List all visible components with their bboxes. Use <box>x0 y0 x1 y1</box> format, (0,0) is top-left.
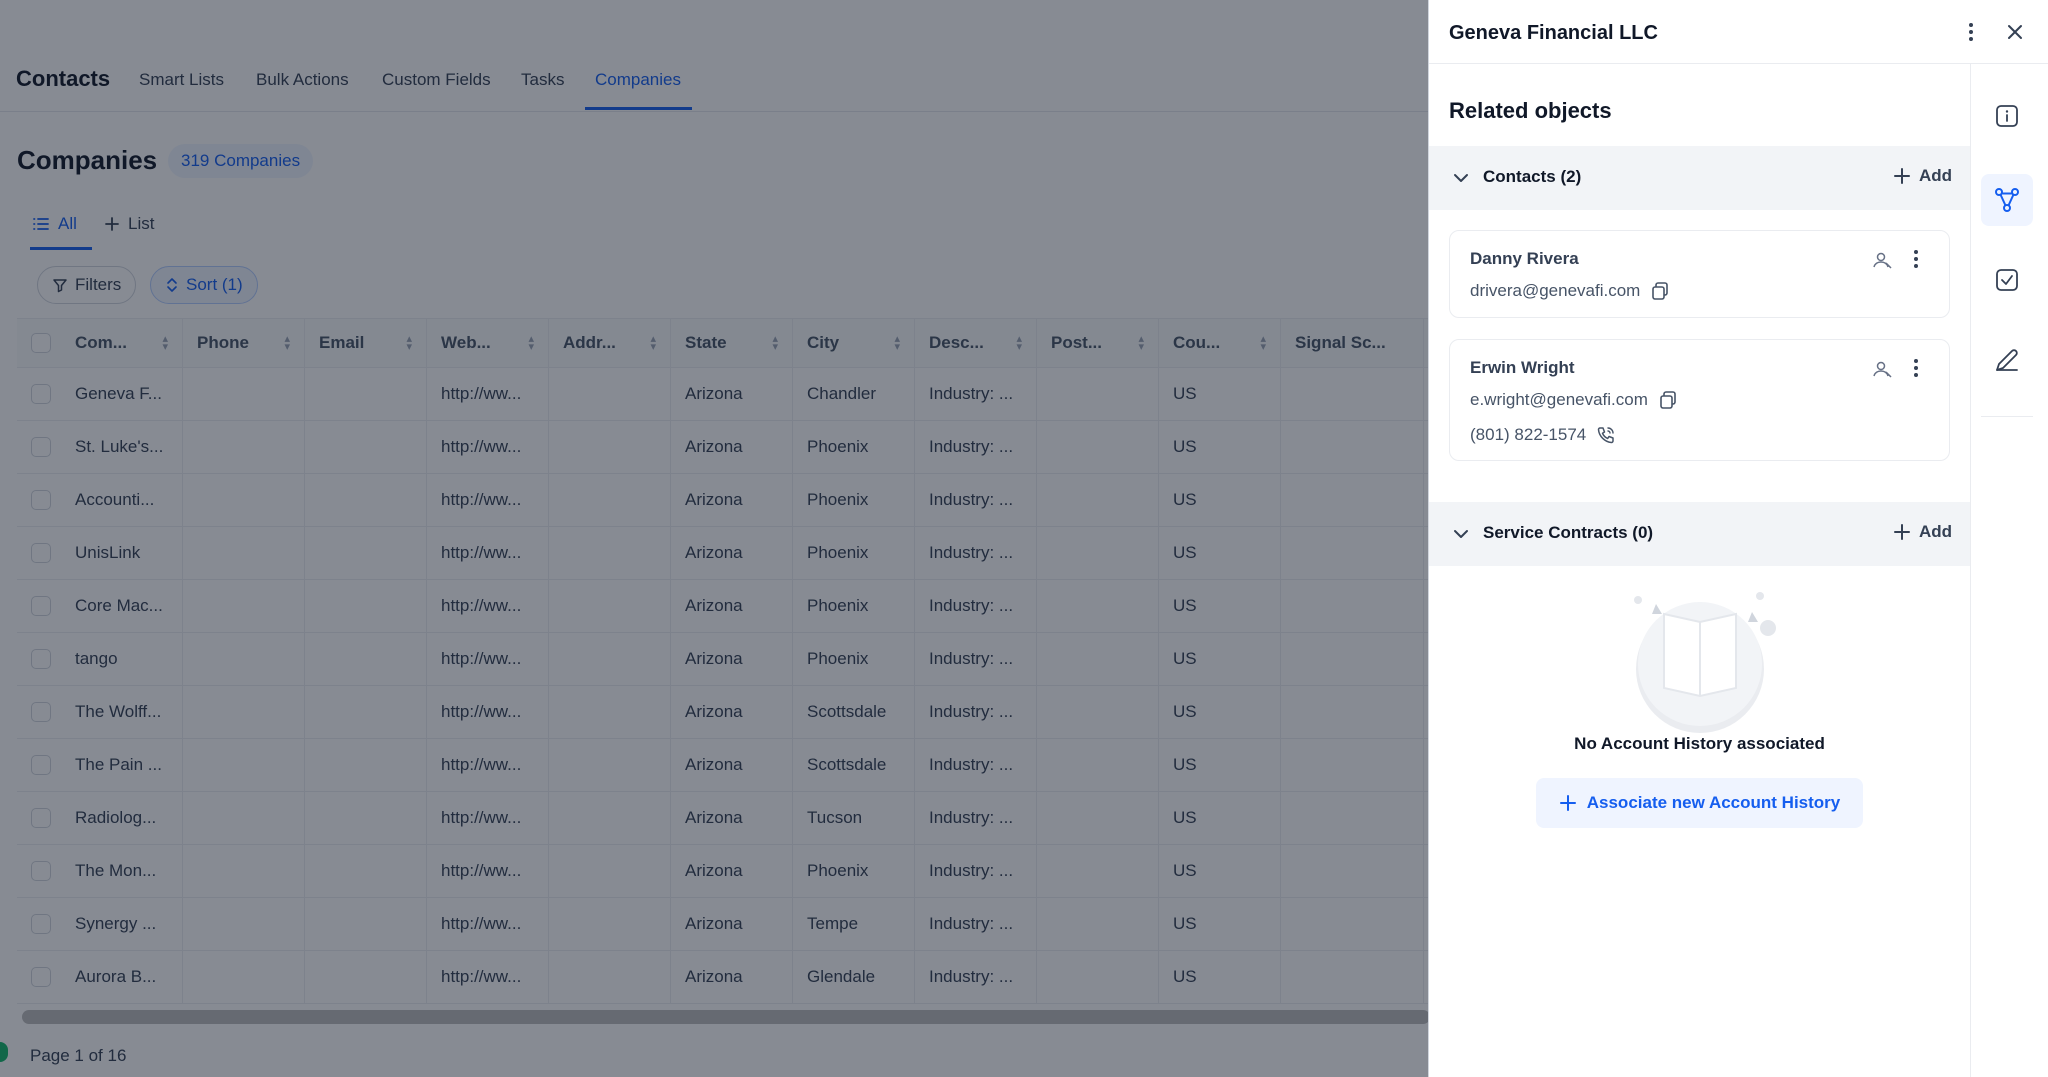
close-drawer-button[interactable] <box>2003 20 2027 44</box>
pen-icon <box>1996 349 2018 371</box>
company-drawer: Geneva Financial LLC Related objects Con… <box>1428 0 2048 1077</box>
contact-email-line: drivera@genevafi.com <box>1470 281 1670 301</box>
contact-name[interactable]: Danny Rivera <box>1470 249 1579 269</box>
rail-divider <box>1981 416 2033 417</box>
drawer-title: Geneva Financial LLC <box>1449 22 1658 44</box>
contacts-section-label: Contacts (2) <box>1483 167 1582 186</box>
contacts-section-header[interactable]: Contacts (2) Add <box>1429 146 1970 210</box>
contact-email[interactable]: e.wright@genevafi.com <box>1470 390 1648 410</box>
empty-state-text: No Account History associated <box>1574 734 1825 753</box>
notes-tab-button[interactable] <box>1981 334 2033 386</box>
task-check-icon <box>1996 269 2018 291</box>
chevron-down-icon[interactable] <box>1449 522 1473 546</box>
plus-icon <box>1893 168 1910 184</box>
kebab-icon <box>1969 23 1973 41</box>
drawer-header: Geneva Financial LLC <box>1429 0 2048 64</box>
chevron-down-icon[interactable] <box>1449 166 1473 190</box>
contact-card[interactable]: Erwin Wright e.wright@genevafi.com (801)… <box>1449 339 1950 461</box>
copy-icon[interactable] <box>1650 281 1670 301</box>
contact-phone[interactable]: (801) 822-1574 <box>1470 425 1586 445</box>
kebab-icon[interactable] <box>1905 356 1927 380</box>
add-contact-button[interactable]: Add <box>1893 166 1952 186</box>
person-icon[interactable] <box>1871 249 1893 271</box>
contact-email[interactable]: drivera@genevafi.com <box>1470 281 1640 301</box>
tasks-tab-button[interactable] <box>1981 254 2033 306</box>
modal-overlay[interactable] <box>0 0 1430 1077</box>
phone-icon[interactable] <box>1596 425 1616 445</box>
related-objects-tab-button[interactable] <box>1981 174 2033 226</box>
copy-icon[interactable] <box>1658 390 1678 410</box>
details-tab-button[interactable] <box>1981 90 2033 142</box>
contact-name[interactable]: Erwin Wright <box>1470 358 1575 378</box>
associate-account-history-button[interactable]: Associate new Account History <box>1536 778 1863 828</box>
person-icon[interactable] <box>1871 358 1893 380</box>
related-objects-icon <box>1995 188 2019 212</box>
related-objects-title: Related objects <box>1449 98 1612 123</box>
service-contracts-label: Service Contracts (0) <box>1483 523 1654 542</box>
drawer-side-rail <box>1970 64 2048 1077</box>
associate-button-label: Associate new Account History <box>1586 793 1841 812</box>
info-icon <box>1996 105 2018 127</box>
contact-phone-line: (801) 822-1574 <box>1470 425 1616 445</box>
add-service-contract-button[interactable]: Add <box>1893 522 1952 542</box>
plus-icon <box>1893 524 1910 540</box>
service-contracts-section-header[interactable]: Service Contracts (0) Add <box>1429 502 1970 566</box>
add-service-contract-label: Add <box>1918 522 1952 541</box>
add-contact-label: Add <box>1918 166 1952 185</box>
empty-state-illustration <box>1634 592 1776 733</box>
drawer-more-button[interactable] <box>1959 20 1983 44</box>
close-icon <box>2008 25 2022 39</box>
plus-icon <box>1559 795 1576 811</box>
contact-email-line: e.wright@genevafi.com <box>1470 390 1678 410</box>
contact-card[interactable]: Danny Rivera drivera@genevafi.com <box>1449 230 1950 318</box>
kebab-icon[interactable] <box>1905 247 1927 271</box>
